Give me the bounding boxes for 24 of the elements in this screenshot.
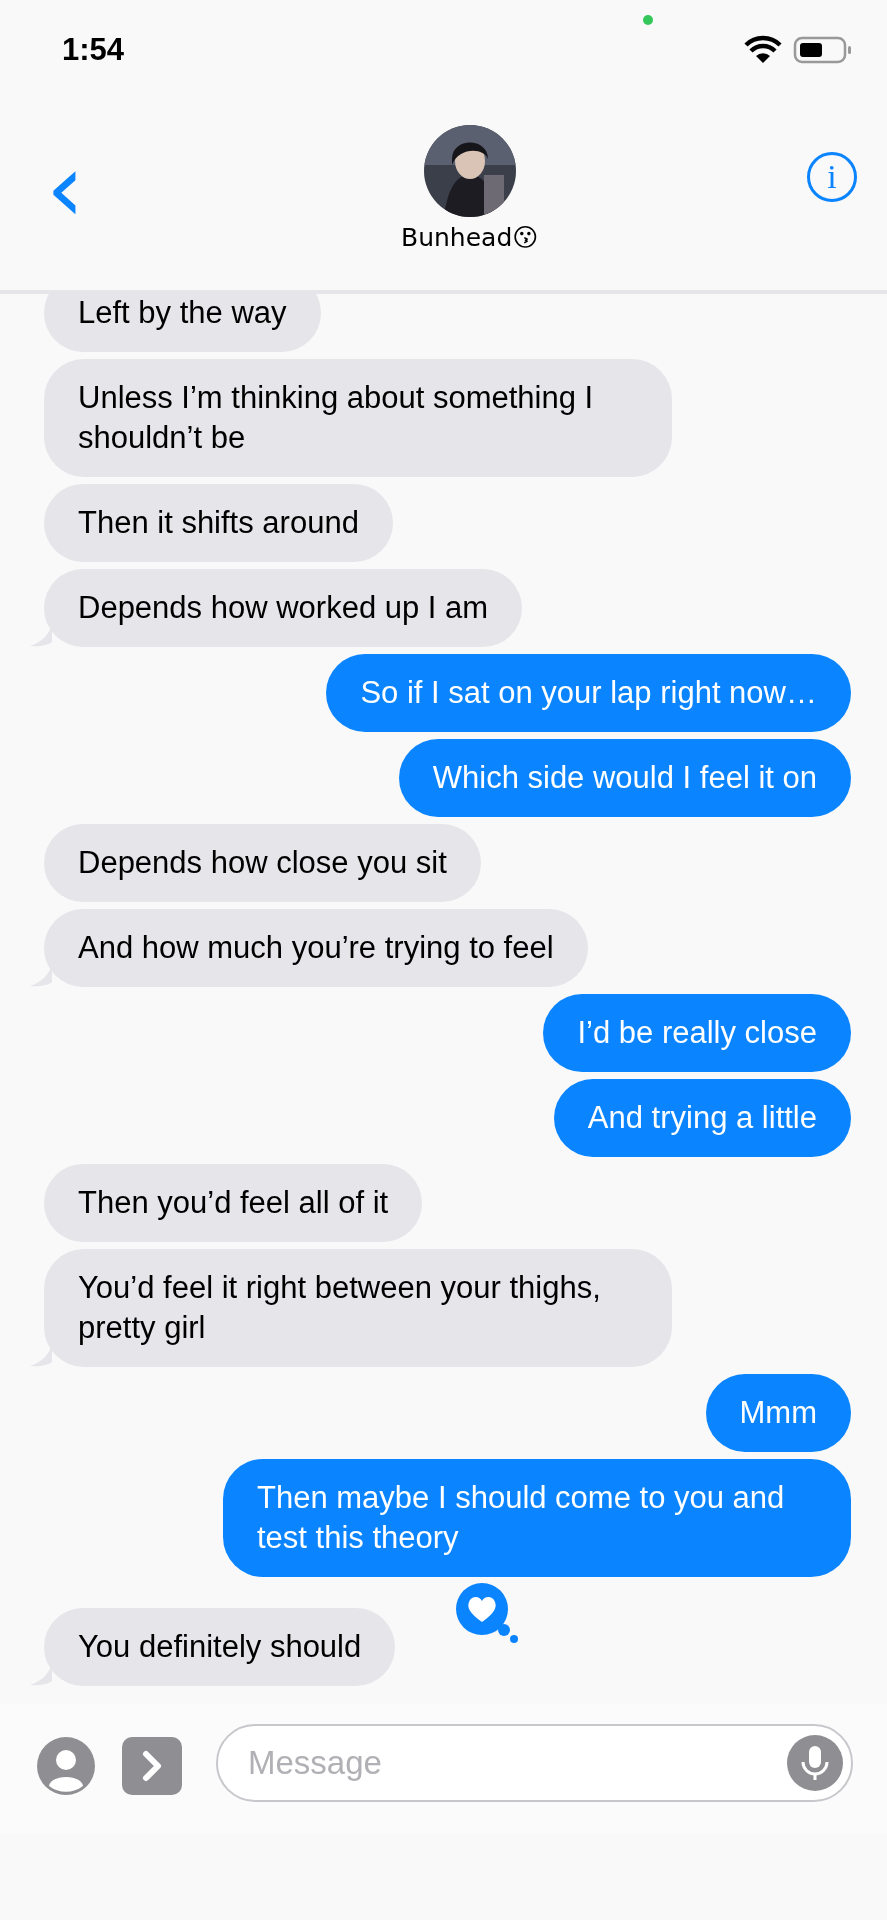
- message-bubble[interactable]: Depends how worked up I am: [44, 569, 523, 647]
- message-bubble[interactable]: Mmm: [705, 1374, 851, 1452]
- message-bubble[interactable]: Which side would I feel it on: [398, 739, 851, 817]
- wifi-icon: [743, 35, 783, 65]
- message-bubble[interactable]: And how much you’re trying to feel: [44, 909, 588, 987]
- microphone-icon[interactable]: [787, 1735, 843, 1791]
- message-field[interactable]: Message: [216, 1724, 853, 1802]
- contact-name[interactable]: Bunhead😗: [401, 223, 539, 252]
- message-bubble[interactable]: And trying a little: [553, 1079, 851, 1157]
- message-bubble[interactable]: Then you’d feel all of it: [44, 1164, 423, 1242]
- message-bubble[interactable]: Left by the way: [44, 294, 321, 352]
- message-bubble[interactable]: So if I sat on your lap right now…: [326, 654, 851, 732]
- message-bubble[interactable]: You definitely should: [44, 1608, 396, 1686]
- message-bubble[interactable]: I’d be really close: [543, 994, 851, 1072]
- battery-icon: [793, 35, 853, 65]
- message-bubble[interactable]: Then it shifts around: [44, 484, 393, 562]
- message-bubble[interactable]: Depends how close you sit: [44, 824, 481, 902]
- status-time: 1:54: [62, 32, 125, 68]
- person-icon[interactable]: [36, 1736, 96, 1796]
- message-bubble[interactable]: You’d feel it right between your thighs, pretty girl: [44, 1249, 672, 1367]
- camera-indicator-icon: [643, 15, 653, 25]
- message-bubble[interactable]: Unless I’m thinking about something I shouldn’t be: [44, 359, 672, 477]
- apps-icon[interactable]: [121, 1736, 183, 1796]
- message-bubble[interactable]: Then maybe I should come to you and test this theory: [223, 1459, 851, 1577]
